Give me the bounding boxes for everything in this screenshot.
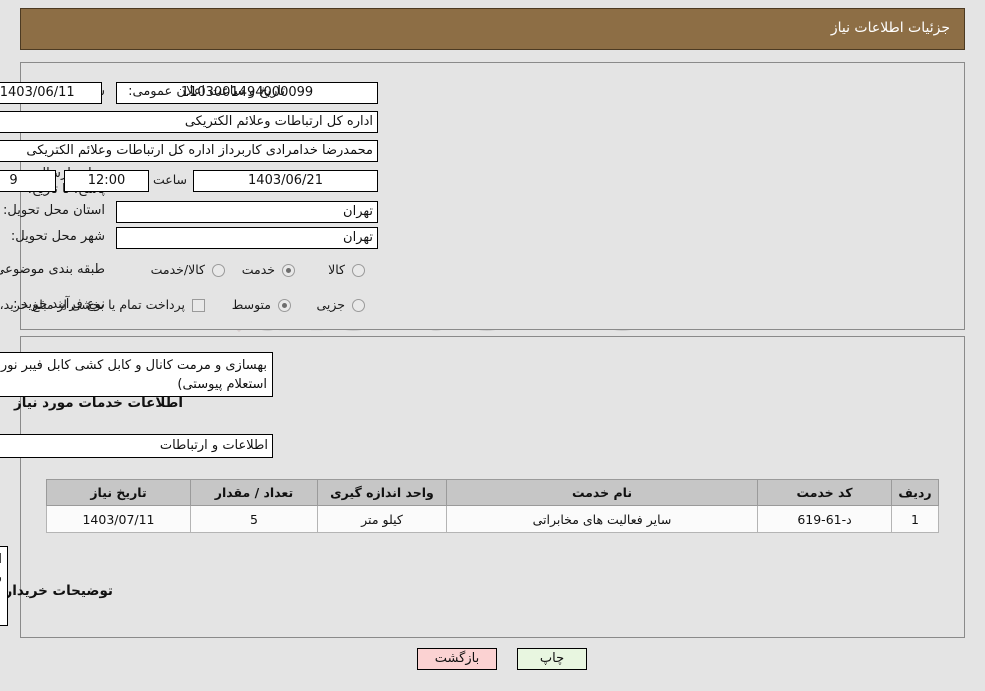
description-text: بهسازی و مرمت کانال و کابل کشی کابل فیبر… xyxy=(0,358,267,392)
page-header-bar: جزئیات اطلاعات نیاز xyxy=(20,8,965,50)
cell-service-code: د-61-619 xyxy=(757,505,892,533)
purchase-label-motevaset: متوسط xyxy=(231,297,271,312)
public-announce-label: تاریخ و ساعت اعلان عمومی: xyxy=(128,84,285,99)
category-radio-khedmat[interactable] xyxy=(282,264,295,277)
category-label-kala-khedmat: کالا/خدمت xyxy=(150,262,205,277)
cell-service-name: سایر فعالیت های مخابراتی xyxy=(446,505,758,533)
table-row: 1 د-61-619 سایر فعالیت های مخابراتی کیلو… xyxy=(46,505,939,533)
deadline-days-value: 9 xyxy=(0,170,56,192)
cell-need-date: 1403/07/11 xyxy=(46,505,191,533)
th-need-date: تاریخ نیاز xyxy=(46,479,191,506)
purchase-label-jozii: جزیی xyxy=(316,297,345,312)
th-row-no: ردیف xyxy=(891,479,939,506)
province-value: تهران xyxy=(116,201,378,223)
cell-quantity: 5 xyxy=(190,505,318,533)
page-root: AriaTender.net جزئیات اطلاعات نیاز شماره… xyxy=(0,0,985,691)
cell-unit: کیلو متر xyxy=(317,505,447,533)
services-section-heading: اطلاعات خدمات مورد نیاز xyxy=(13,395,183,411)
category-label: طبقه بندی موضوعی: xyxy=(0,262,105,277)
category-radio-kala[interactable] xyxy=(352,264,365,277)
th-unit: واحد اندازه گیری xyxy=(317,479,447,506)
city-value: تهران xyxy=(116,227,378,249)
deadline-hour-value: 12:00 xyxy=(64,170,149,192)
table-header-row: ردیف کد خدمت نام خدمت واحد اندازه گیری ت… xyxy=(46,479,939,506)
treasury-bond-label: پرداخت تمام یا بخشی از مبلغ خرید،از محل … xyxy=(0,297,185,312)
public-announce-value: 1403/06/11 - 11:15 xyxy=(0,82,102,104)
category-label-kala: کالا xyxy=(328,262,345,277)
th-service-code: کد خدمت xyxy=(757,479,892,506)
deadline-hour-label: ساعت xyxy=(152,172,187,187)
buyer-notes-text: ارائه پیش فاکتور و فرم استعلام الزامیست … xyxy=(0,552,2,586)
th-service-name: نام خدمت xyxy=(446,479,758,506)
province-label: استان محل تحویل: xyxy=(3,203,105,218)
deadline-date-value: 1403/06/21 xyxy=(193,170,378,192)
requester-value: محمدرضا خدامرادی کاربرداز اداره کل ارتبا… xyxy=(0,140,378,162)
purchase-radio-motevaset[interactable] xyxy=(278,299,291,312)
buyer-notes-label: توضیحات خریدار: xyxy=(0,583,113,599)
treasury-bond-checkbox[interactable] xyxy=(192,299,205,312)
cell-row-no: 1 xyxy=(891,505,939,533)
print-button[interactable]: چاپ xyxy=(517,648,587,670)
city-label: شهر محل تحویل: xyxy=(10,229,105,244)
back-button[interactable]: بازگشت xyxy=(417,648,497,670)
category-label-khedmat: خدمت xyxy=(241,262,275,277)
buyer-notes-value[interactable]: ارائه پیش فاکتور و فرم استعلام الزامیست … xyxy=(0,546,8,626)
services-table: ردیف کد خدمت نام خدمت واحد اندازه گیری ت… xyxy=(46,479,939,533)
service-group-value: اطلاعات و ارتباطات xyxy=(0,434,273,458)
description-value[interactable]: بهسازی و مرمت کانال و کابل کشی کابل فیبر… xyxy=(0,352,273,397)
purchase-radio-jozii[interactable] xyxy=(352,299,365,312)
th-quantity: تعداد / مقدار xyxy=(190,479,318,506)
buyer-org-value: اداره کل ارتباطات وعلائم الکتریکی xyxy=(0,111,378,133)
category-radio-kala-khedmat[interactable] xyxy=(212,264,225,277)
page-title: جزئیات اطلاعات نیاز xyxy=(830,20,950,36)
